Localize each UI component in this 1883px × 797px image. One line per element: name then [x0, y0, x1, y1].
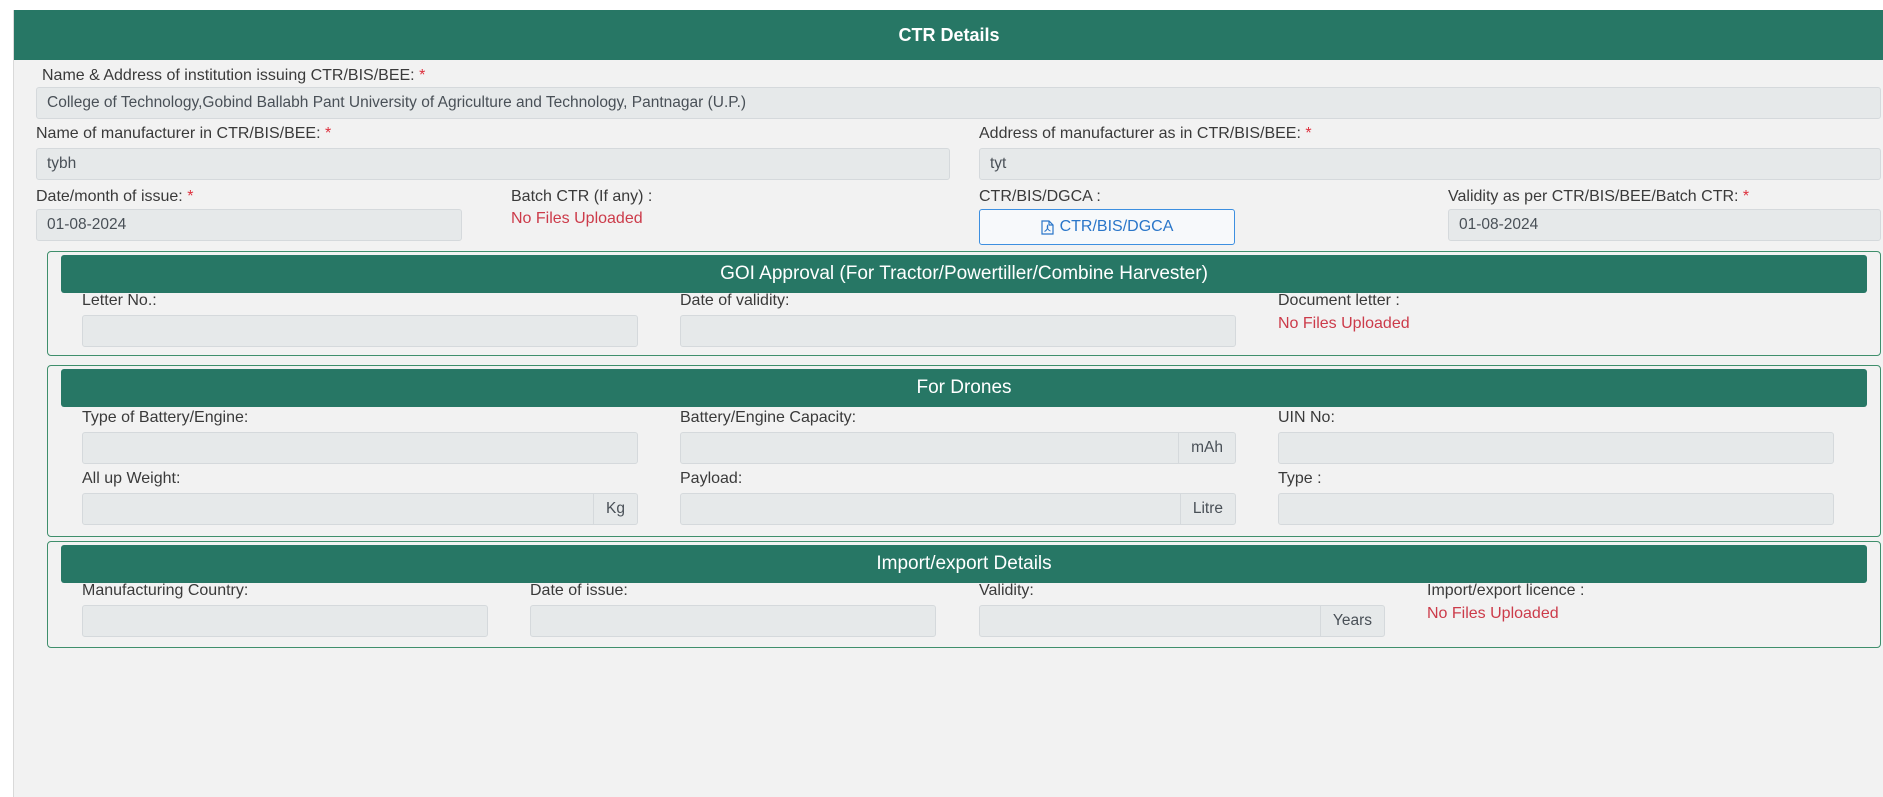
required-mark: *	[1742, 188, 1750, 205]
document-letter-label: Document letter :	[1278, 292, 1400, 309]
goi-approval-header: GOI Approval (For Tractor/Powertiller/Co…	[61, 255, 1867, 293]
manufacturing-country-label: Manufacturing Country:	[82, 582, 249, 599]
letter-no-label: Letter No.:	[82, 292, 157, 309]
required-mark: *	[419, 67, 426, 84]
manufacturer-name-label: Name of manufacturer in CTR/BIS/BEE: *	[36, 125, 332, 142]
payload-unit: Litre	[1180, 493, 1236, 525]
institution-field[interactable]: College of Technology,Gobind Ballabh Pan…	[36, 87, 1881, 119]
drones-title: For Drones	[916, 377, 1012, 398]
manufacturer-name-field[interactable]: tybh	[36, 148, 950, 180]
all-up-weight-field[interactable]	[82, 493, 595, 525]
drones-section: For Drones Type of Battery/Engine: Batte…	[47, 365, 1881, 537]
validity-years-unit: Years	[1320, 605, 1385, 637]
ctr-details-title: CTR Details	[898, 24, 1000, 45]
import-export-licence-label: Import/export licence :	[1427, 582, 1585, 599]
manufacturing-country-field[interactable]	[82, 605, 488, 637]
goi-approval-title: GOI Approval (For Tractor/Powertiller/Co…	[720, 263, 1208, 284]
validity-years-field[interactable]	[979, 605, 1321, 637]
issue-date-label: Date/month of issue: *	[36, 188, 194, 205]
file-pdf-icon	[1040, 219, 1054, 235]
battery-capacity-label: Battery/Engine Capacity:	[680, 409, 857, 426]
validity-label: Validity as per CTR/BIS/BEE/Batch CTR: *	[1448, 188, 1750, 205]
validity-years-input-group: Years	[979, 605, 1385, 637]
manufacturer-address-field[interactable]: tyt	[979, 148, 1881, 180]
import-export-title: Import/export Details	[876, 553, 1052, 574]
required-mark: *	[1305, 125, 1312, 142]
ctr-doc-label: CTR/BIS/DGCA :	[979, 188, 1101, 205]
institution-label: Name & Address of institution issuing CT…	[42, 67, 426, 84]
issue-date-field[interactable]: 01-08-2024	[36, 209, 462, 241]
payload-label: Payload:	[680, 470, 743, 487]
type-field[interactable]	[1278, 493, 1834, 525]
payload-input-group: Litre	[680, 493, 1236, 525]
ctr-details-header: CTR Details	[14, 10, 1883, 60]
ctr-details-panel: CTR Details Name & Address of institutio…	[13, 10, 1883, 797]
uin-no-label: UIN No:	[1278, 409, 1335, 426]
required-mark: *	[187, 188, 194, 205]
battery-capacity-unit: mAh	[1179, 432, 1236, 464]
ctr-bis-dgca-button-label: CTR/BIS/DGCA	[1059, 218, 1174, 235]
required-mark: *	[325, 125, 332, 142]
batch-ctr-label: Batch CTR (If any) :	[511, 188, 653, 205]
import-export-header: Import/export Details	[61, 545, 1867, 583]
date-of-issue-field[interactable]	[530, 605, 936, 637]
validity-field[interactable]: 01-08-2024	[1448, 209, 1881, 241]
battery-capacity-input-group: mAh	[680, 432, 1236, 464]
all-up-weight-label: All up Weight:	[82, 470, 181, 487]
battery-type-field[interactable]	[82, 432, 638, 464]
batch-ctr-no-files: No Files Uploaded	[511, 210, 643, 227]
date-of-issue-label: Date of issue:	[530, 582, 628, 599]
import-export-section: Import/export Details Manufacturing Coun…	[47, 541, 1881, 648]
date-of-validity-field[interactable]	[680, 315, 1236, 347]
battery-capacity-field[interactable]	[680, 432, 1180, 464]
all-up-weight-unit: Kg	[594, 493, 638, 525]
battery-type-label: Type of Battery/Engine:	[82, 409, 249, 426]
drones-header: For Drones	[61, 369, 1867, 407]
type-label: Type :	[1278, 470, 1322, 487]
payload-field[interactable]	[680, 493, 1181, 525]
import-export-licence-no-files: No Files Uploaded	[1427, 605, 1559, 622]
ctr-bis-dgca-button[interactable]: CTR/BIS/DGCA	[979, 209, 1235, 245]
letter-no-field[interactable]	[82, 315, 638, 347]
validity-years-label: Validity:	[979, 582, 1034, 599]
manufacturer-address-label: Address of manufacturer as in CTR/BIS/BE…	[979, 125, 1312, 142]
document-letter-no-files: No Files Uploaded	[1278, 315, 1410, 332]
uin-no-field[interactable]	[1278, 432, 1834, 464]
date-of-validity-label: Date of validity:	[680, 292, 790, 309]
goi-approval-section: GOI Approval (For Tractor/Powertiller/Co…	[47, 251, 1881, 356]
all-up-weight-input-group: Kg	[82, 493, 638, 525]
